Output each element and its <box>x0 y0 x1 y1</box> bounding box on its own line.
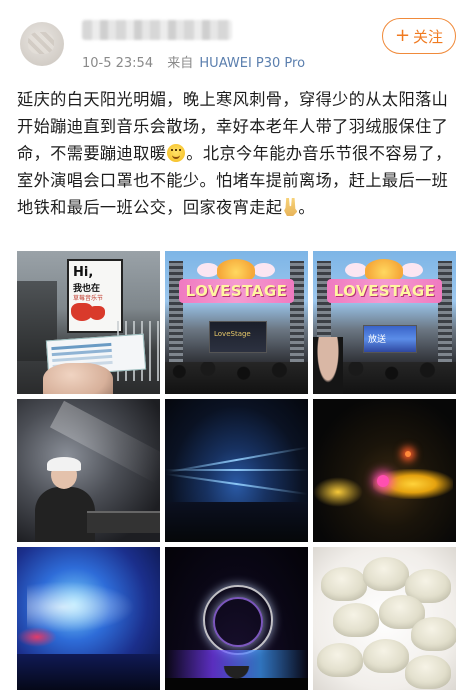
dj-cap <box>47 457 81 471</box>
photo-lovestage-1[interactable]: LOVESTAGE LoveStage <box>165 251 308 394</box>
stage-banner: LOVESTAGE <box>327 279 442 303</box>
stage-screen-text: LoveStage <box>214 330 251 338</box>
crowd <box>165 362 308 394</box>
stage-crown-logo <box>217 259 255 281</box>
dj-body <box>35 487 95 542</box>
person-foreground <box>313 337 343 394</box>
photo-dj[interactable] <box>17 399 160 542</box>
follow-label: 关注 <box>413 27 444 46</box>
wing-right <box>401 263 423 277</box>
dumpling <box>363 557 409 591</box>
stage-banner: LOVESTAGE <box>179 279 294 303</box>
light-ring <box>213 597 263 647</box>
truss-right <box>438 261 452 371</box>
crowd <box>17 654 160 690</box>
truss-right <box>290 261 304 371</box>
dumpling <box>363 639 409 673</box>
post-time: 10-5 23:54 <box>82 56 154 71</box>
stage-screen: 放送 <box>363 325 417 353</box>
spark <box>405 451 411 457</box>
post-header: 10-5 23:54 来自 HUAWEI P30 Pro + 关注 <box>0 0 471 80</box>
plus-icon: + <box>394 25 411 46</box>
photo-lovestage-2[interactable]: LOVESTAGE 放送 <box>313 251 456 394</box>
dumpling <box>333 603 379 637</box>
pink-light <box>377 475 389 487</box>
victory-hand-emoji-icon <box>284 198 298 216</box>
photo-grid: Hi, 我也在 草莓音乐节 LOVESTAGE LoveStage LOVEST… <box>17 251 457 700</box>
follow-button[interactable]: + 关注 <box>382 18 456 54</box>
smile-emoji-icon <box>167 144 186 162</box>
stage-screen: LoveStage <box>209 321 267 353</box>
laser-beam <box>165 473 308 495</box>
photo-blue-stage[interactable] <box>17 547 160 690</box>
photo-ticket[interactable]: Hi, 我也在 草莓音乐节 <box>17 251 160 394</box>
photo-dumplings[interactable] <box>313 547 456 690</box>
truss-left <box>169 261 183 371</box>
festival-sign: Hi, 我也在 草莓音乐节 <box>67 259 123 333</box>
wing-left <box>197 263 219 277</box>
wing-right <box>253 263 275 277</box>
post-body-text: 延庆的白天阳光明媚，晚上寒风刺骨，穿得少的从太阳落山开始蹦迪直到音乐会散场，幸好… <box>17 86 457 221</box>
strawberry-icon <box>89 306 105 320</box>
post-meta: 10-5 23:54 来自 HUAWEI P30 Pro <box>82 52 305 71</box>
username-blurred[interactable] <box>82 20 232 40</box>
dumpling <box>405 655 451 689</box>
device-link[interactable]: HUAWEI P30 Pro <box>199 56 305 71</box>
sign-line3: 草莓音乐节 <box>73 295 104 302</box>
stage-crown-logo <box>365 259 403 281</box>
sign-line1: Hi, <box>73 265 94 280</box>
avatar[interactable] <box>20 22 64 66</box>
photo-fireworks[interactable] <box>313 399 456 542</box>
dumpling <box>411 617 456 651</box>
crowd <box>165 502 308 542</box>
dj-deck <box>87 511 160 533</box>
wing-left <box>345 263 367 277</box>
source-prefix: 来自 <box>167 56 194 71</box>
post-text-part3: 。 <box>298 198 315 217</box>
hand <box>43 363 113 394</box>
stage-screen-text: 放送 <box>368 335 387 345</box>
photo-ring-lights[interactable] <box>165 547 308 690</box>
dumpling <box>321 567 367 601</box>
photo-laser-show[interactable] <box>165 399 308 542</box>
dumpling <box>317 643 363 677</box>
stage-glow <box>313 477 363 507</box>
crowd <box>165 666 308 690</box>
red-light <box>17 627 57 647</box>
